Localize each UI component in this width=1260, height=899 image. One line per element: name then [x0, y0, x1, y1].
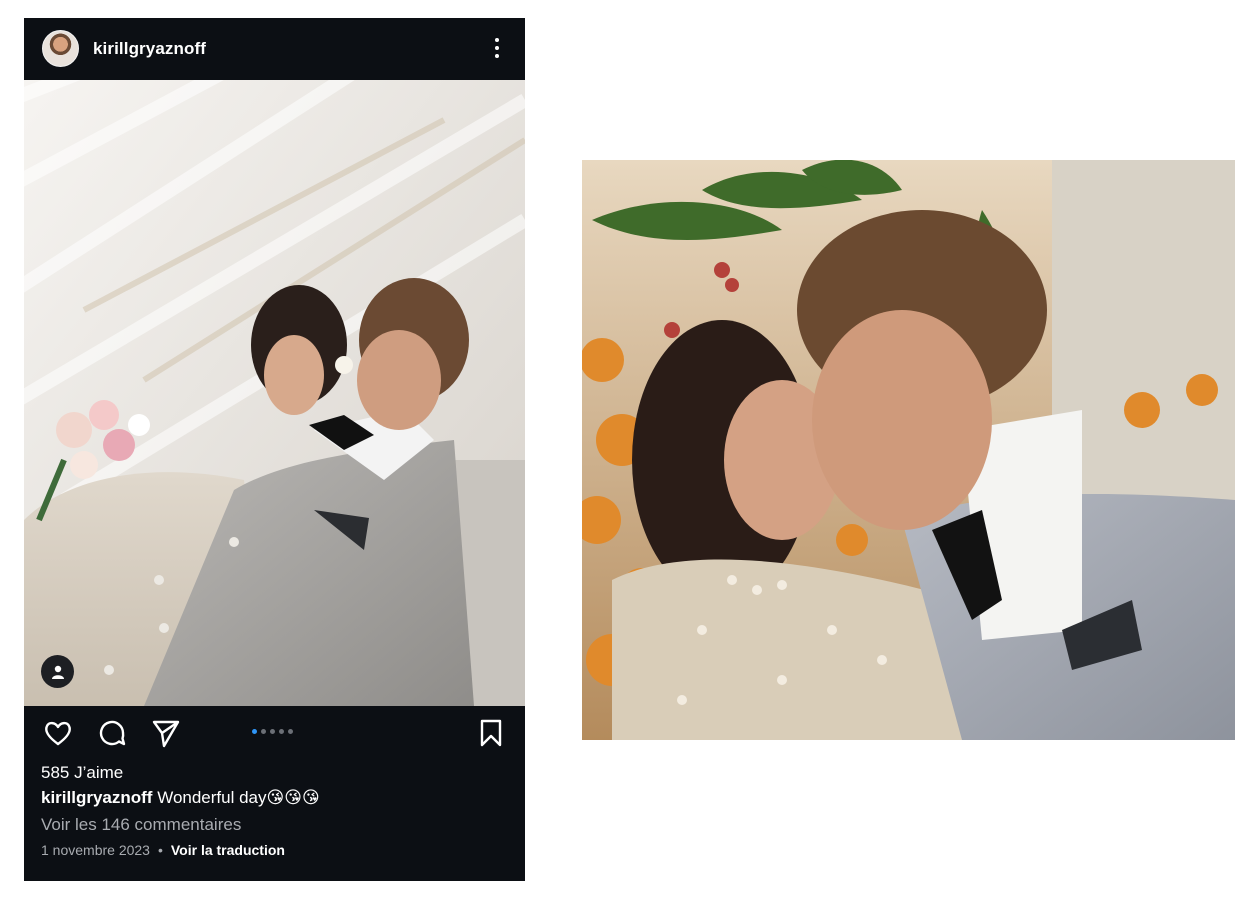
post-date: 1 novembre 2023: [41, 842, 150, 858]
meta-separator: •: [157, 842, 163, 858]
carousel-dot: [261, 729, 266, 734]
post-meta: 1 novembre 2023 • Voir la traduction: [41, 842, 285, 858]
carousel-dot: [279, 729, 284, 734]
user-tag-icon[interactable]: [41, 655, 74, 688]
heart-icon[interactable]: [43, 718, 73, 748]
comment-icon[interactable]: [97, 718, 127, 748]
caption-username[interactable]: kirillgryaznoff: [41, 788, 152, 807]
avatar[interactable]: [42, 30, 79, 67]
kiss-photo: [582, 160, 1235, 740]
post-photo[interactable]: [24, 80, 525, 706]
view-comments-link[interactable]: Voir les 146 commentaires: [41, 815, 241, 835]
carousel-dot: [270, 729, 275, 734]
send-icon[interactable]: [151, 718, 181, 748]
kiss-photo-image: [582, 160, 1235, 740]
caption-text: Wonderful day😘😘😘: [157, 788, 320, 807]
post-header: kirillgryaznoff: [24, 18, 525, 80]
post-caption: kirillgryaznoff Wonderful day😘😘😘: [41, 788, 320, 808]
instagram-post: kirillgryaznoff 585 J’aime kirillgryazno…: [24, 18, 525, 881]
more-vertical-icon[interactable]: [492, 36, 502, 60]
likes-count[interactable]: 585 J’aime: [41, 763, 123, 783]
carousel-dot: [288, 729, 293, 734]
carousel-indicator: [252, 729, 293, 734]
carousel-dot: [252, 729, 257, 734]
translate-link[interactable]: Voir la traduction: [171, 842, 285, 858]
action-bar: [24, 706, 525, 758]
wedding-photo-image: [24, 80, 525, 706]
bookmark-icon[interactable]: [476, 718, 506, 748]
post-username[interactable]: kirillgryaznoff: [93, 39, 206, 59]
